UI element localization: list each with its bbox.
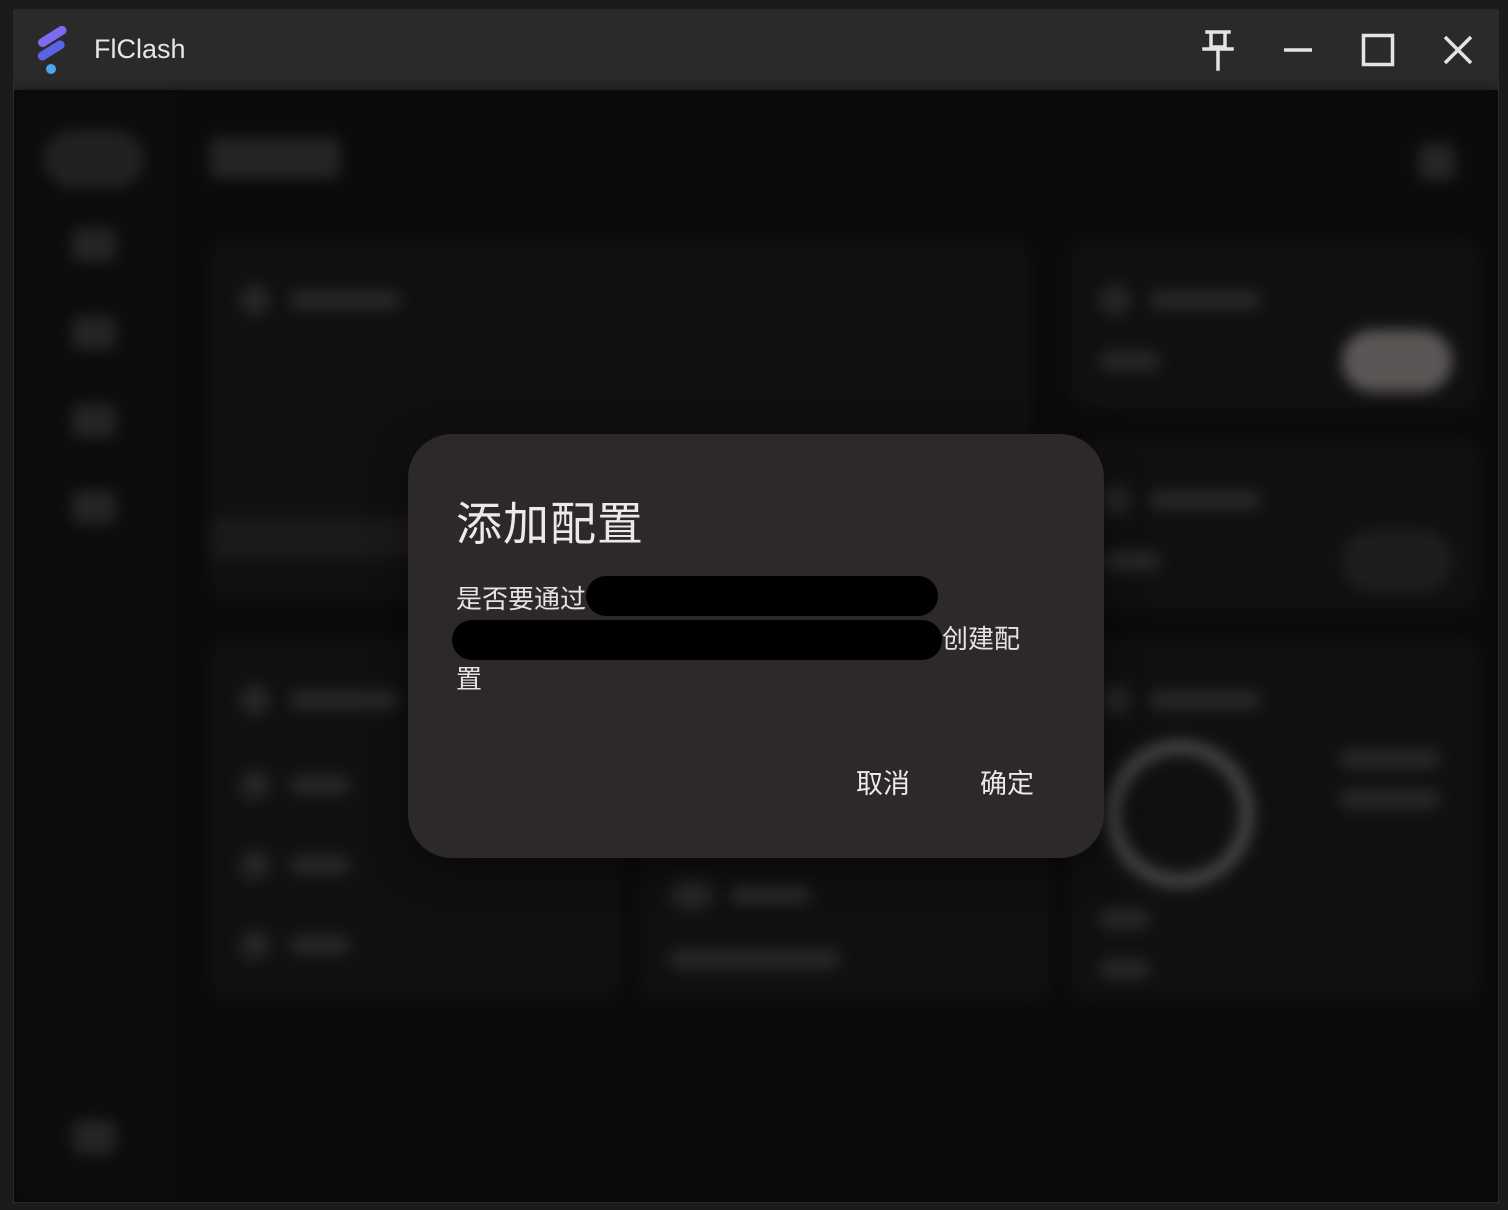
maximize-button[interactable] [1353,25,1403,75]
redacted-url-part-2 [452,620,942,660]
app-title: FlClash [94,34,186,64]
flclash-logo-icon [37,26,67,74]
dialog-title: 添加配置 [456,497,644,551]
add-profile-dialog: 添加配置 是否要通过 创建配置 取消 确定 [408,434,1104,858]
minimize-icon [1284,48,1312,52]
dialog-actions: 取消 确定 [856,762,1034,801]
pin-icon [1202,30,1234,71]
minimize-button[interactable] [1273,25,1323,75]
cancel-button[interactable]: 取消 [856,762,910,801]
dialog-message: 是否要通过 创建配置 [452,576,1036,700]
close-button[interactable] [1433,25,1483,75]
dialog-message-prefix: 是否要通过 [456,585,587,615]
title-bar[interactable]: FlClash [14,10,1498,90]
close-icon [1443,35,1473,65]
confirm-button[interactable]: 确定 [980,762,1034,801]
desktop-background: FlClash 添加配置 是否要通过 创建配置 取消 确定 [0,0,1508,1210]
pin-button[interactable] [1193,25,1243,75]
redacted-url-part-1 [586,576,939,616]
maximize-icon [1361,33,1395,67]
